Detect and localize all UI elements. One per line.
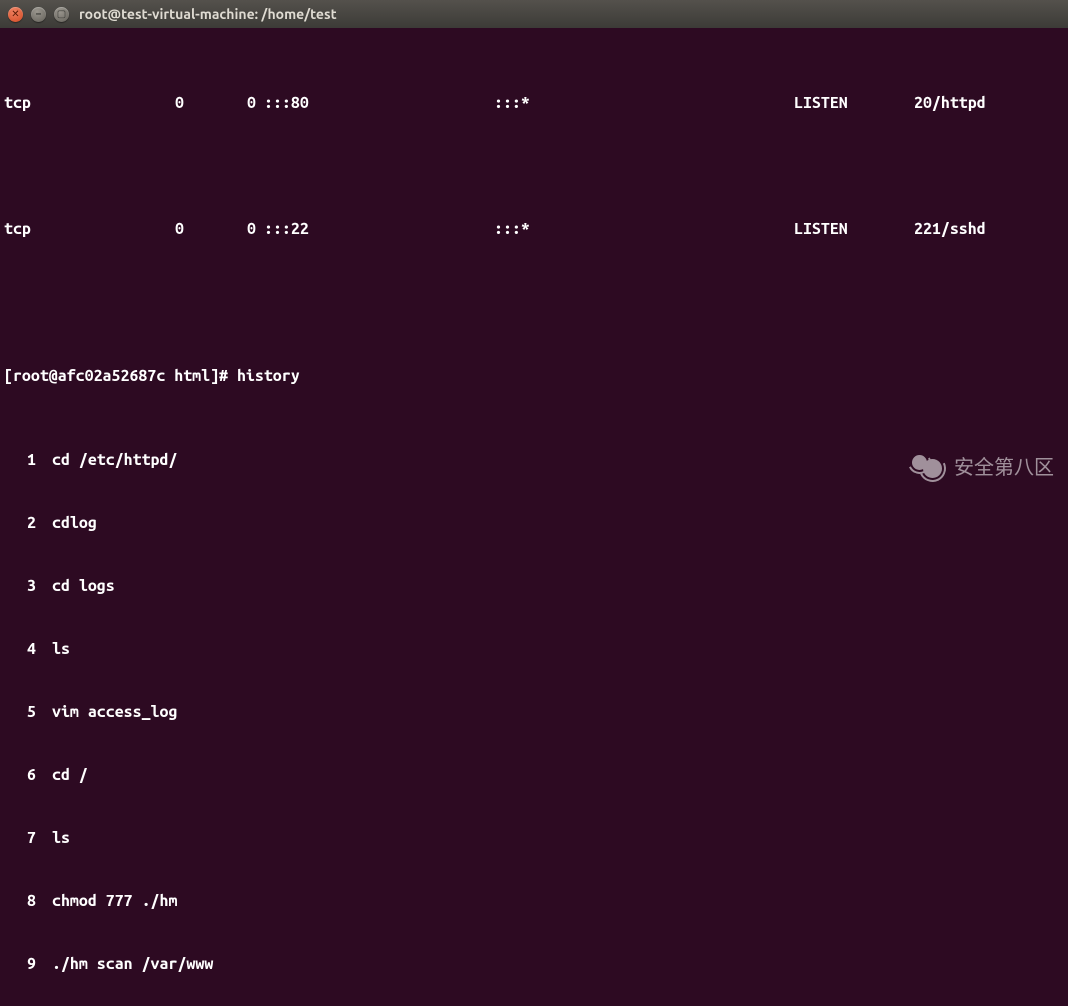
history-cmd: ls: [52, 828, 70, 849]
net-recvq: 0: [104, 219, 184, 240]
history-num: 8: [4, 891, 52, 912]
history-num: 2: [4, 513, 52, 534]
history-num: 4: [4, 639, 52, 660]
history-cmd: vim access_log: [52, 702, 177, 723]
history-row: 4ls: [4, 639, 1064, 660]
netstat-blank: [4, 156, 1064, 177]
net-sendq: 0: [184, 219, 264, 240]
history-row: 5vim access_log: [4, 702, 1064, 723]
window-titlebar: ✕ – ▢ root@test-virtual-machine: /home/t…: [0, 0, 1068, 28]
window-title: root@test-virtual-machine: /home/test: [79, 4, 337, 25]
minimize-icon[interactable]: –: [31, 7, 46, 22]
net-proto: tcp: [4, 219, 104, 240]
net-pid: 221/sshd: [914, 219, 986, 240]
history-num: 1: [4, 450, 52, 471]
history-row: 3cd logs: [4, 576, 1064, 597]
history-num: 9: [4, 954, 52, 975]
shell-prompt: [root@afc02a52687c html]# history: [4, 366, 1064, 387]
history-cmd: cd logs: [52, 576, 115, 597]
net-local: :::80: [264, 93, 494, 114]
net-pid: 20/httpd: [914, 93, 986, 114]
net-recvq: 0: [104, 93, 184, 114]
history-row: 7ls: [4, 828, 1064, 849]
maximize-icon[interactable]: ▢: [54, 7, 69, 22]
history-row: 2cdlog: [4, 513, 1064, 534]
history-row: 1cd /etc/httpd/: [4, 450, 1064, 471]
history-num: 5: [4, 702, 52, 723]
window-controls: ✕ – ▢: [8, 7, 69, 22]
netstat-blank: [4, 282, 1064, 303]
net-foreign: :::*: [494, 219, 794, 240]
net-sendq: 0: [184, 93, 264, 114]
net-state: LISTEN: [794, 219, 914, 240]
prompt-text: [root@afc02a52687c html]# history: [4, 367, 300, 385]
net-local: :::22: [264, 219, 494, 240]
history-num: 7: [4, 828, 52, 849]
net-state: LISTEN: [794, 93, 914, 114]
history-cmd: cd /: [52, 765, 88, 786]
history-row: 9./hm scan /var/www: [4, 954, 1064, 975]
net-proto: tcp: [4, 93, 104, 114]
history-cmd: cd /etc/httpd/: [52, 450, 177, 471]
history-row: 6cd /: [4, 765, 1064, 786]
history-cmd: chmod 777 ./hm: [52, 891, 177, 912]
history-cmd: ls: [52, 639, 70, 660]
netstat-row: tcp00:::22:::*LISTEN221/sshd: [4, 219, 1064, 240]
close-icon[interactable]: ✕: [8, 7, 23, 22]
history-cmd: ./hm scan /var/www: [52, 954, 213, 975]
netstat-row: tcp00:::80:::*LISTEN20/httpd: [4, 93, 1064, 114]
history-num: 6: [4, 765, 52, 786]
history-num: 3: [4, 576, 52, 597]
history-cmd: cdlog: [52, 513, 97, 534]
terminal-output[interactable]: tcp00:::80:::*LISTEN20/httpd tcp00:::22:…: [0, 28, 1068, 1006]
history-row: 8chmod 777 ./hm: [4, 891, 1064, 912]
net-foreign: :::*: [494, 93, 794, 114]
